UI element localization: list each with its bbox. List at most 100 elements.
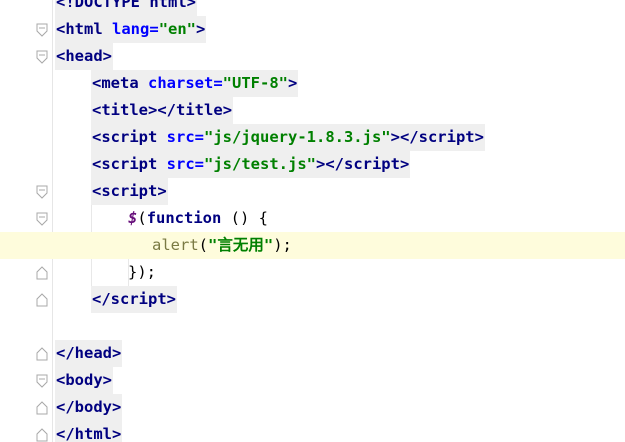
code-text: </html> (55, 421, 123, 442)
code-token: lang= (112, 20, 159, 38)
code-token: script (110, 290, 167, 308)
code-line[interactable]: </head> (0, 340, 625, 367)
code-token: title (101, 101, 149, 119)
code-token: "en" (158, 20, 197, 38)
code-token: meta (101, 74, 149, 92)
fold-end-icon[interactable] (35, 428, 49, 442)
code-line[interactable]: <script src="js/jquery-1.8.3.js"></scrip… (0, 124, 625, 151)
code-text: $(function () { (128, 205, 268, 232)
code-token: ( (137, 209, 147, 227)
code-token: head (65, 47, 103, 65)
code-token: > (112, 344, 122, 362)
code-line[interactable]: <html lang="en"> (0, 16, 625, 43)
code-text: <script> (91, 178, 168, 205)
code-token: title (176, 101, 223, 119)
code-token: html (65, 20, 113, 38)
code-token: html (74, 425, 112, 442)
code-token: body (74, 398, 112, 416)
code-line[interactable]: <body> (0, 367, 625, 394)
code-token: > (196, 20, 206, 38)
code-token: < (92, 74, 102, 92)
code-token: > (399, 155, 410, 173)
code-token: script (101, 155, 167, 173)
fold-open-icon[interactable] (35, 23, 49, 37)
code-token: > (102, 47, 113, 65)
code-text: </head> (55, 340, 123, 367)
code-token: > (157, 182, 167, 200)
code-line[interactable]: <head> (0, 43, 625, 70)
code-token: "言无用" (208, 236, 274, 254)
fold-end-icon[interactable] (35, 401, 49, 415)
code-text: <script src="js/jquery-1.8.3.js"></scrip… (91, 124, 485, 151)
code-line[interactable]: alert("言无用"); (0, 232, 625, 259)
code-token: src= (166, 128, 204, 146)
code-text: <!DOCTYPE html> (55, 0, 197, 16)
code-token: > (222, 101, 233, 119)
code-token: > (186, 0, 196, 11)
code-token: < (56, 20, 66, 38)
code-token: </ (92, 290, 111, 308)
code-token: > (102, 371, 113, 389)
code-line[interactable] (0, 313, 625, 340)
code-token: "UTF-8" (222, 74, 288, 92)
code-token: > (166, 290, 177, 308)
code-text: <script src="js/test.js"></script> (91, 151, 411, 178)
code-token: > (112, 398, 122, 416)
code-line[interactable]: <script> (0, 178, 625, 205)
code-text: <body> (55, 367, 114, 394)
code-text: alert("言无用"); (152, 232, 292, 259)
code-token: < (92, 101, 102, 119)
code-editor[interactable]: <!DOCTYPE html> <html lang="en"> <head> <me… (0, 0, 625, 442)
code-line[interactable]: </script> (0, 286, 625, 313)
fold-open-icon[interactable] (35, 374, 49, 388)
code-token: "js/jquery-1.8.3.js" (204, 128, 391, 146)
code-line[interactable]: <!DOCTYPE html> (0, 0, 625, 16)
code-token: ></ (148, 101, 177, 119)
code-token: charset= (148, 74, 223, 92)
code-token: > (474, 128, 484, 146)
code-token: ></ (390, 128, 419, 146)
code-line[interactable]: <title></title> (0, 97, 625, 124)
code-token: <!DOCTYPE (56, 0, 150, 11)
code-token: < (56, 371, 66, 389)
code-token: }); (128, 263, 156, 281)
code-line[interactable]: </html> (0, 421, 625, 442)
fold-open-icon[interactable] (35, 50, 49, 64)
code-token: head (74, 344, 112, 362)
code-token: > (112, 425, 122, 442)
code-token: function (146, 209, 222, 227)
code-text: }); (128, 259, 156, 286)
code-token: > (288, 74, 298, 92)
code-token: $ (128, 209, 138, 227)
code-line[interactable]: }); (0, 259, 625, 286)
code-token: script (343, 155, 400, 173)
code-text: </script> (91, 286, 178, 313)
code-token: </ (56, 398, 75, 416)
code-token: < (92, 128, 102, 146)
code-token: ></ (315, 155, 344, 173)
code-line[interactable]: </body> (0, 394, 625, 421)
code-token: "js/test.js" (204, 155, 316, 173)
fold-open-icon[interactable] (35, 185, 49, 199)
code-token: html (149, 0, 187, 11)
code-token: src= (166, 155, 204, 173)
code-token: </ (56, 344, 75, 362)
code-token: body (65, 371, 103, 389)
fold-open-icon[interactable] (35, 212, 49, 226)
fold-end-icon[interactable] (35, 266, 49, 280)
code-token: () { (221, 209, 269, 227)
code-token: script (418, 128, 475, 146)
code-text: <html lang="en"> (55, 16, 207, 43)
code-line[interactable]: <meta charset="UTF-8"> (0, 70, 625, 97)
code-token: < (92, 182, 102, 200)
code-token: script (101, 128, 167, 146)
code-token: < (92, 155, 102, 173)
code-token: < (56, 47, 66, 65)
fold-end-icon[interactable] (35, 293, 49, 307)
code-token: ( (198, 236, 209, 254)
fold-end-icon[interactable] (35, 347, 49, 361)
code-text: <meta charset="UTF-8"> (91, 70, 299, 97)
code-line[interactable]: <script src="js/test.js"></script> (0, 151, 625, 178)
code-line[interactable]: $(function () { (0, 205, 625, 232)
code-token: alert (152, 236, 199, 254)
